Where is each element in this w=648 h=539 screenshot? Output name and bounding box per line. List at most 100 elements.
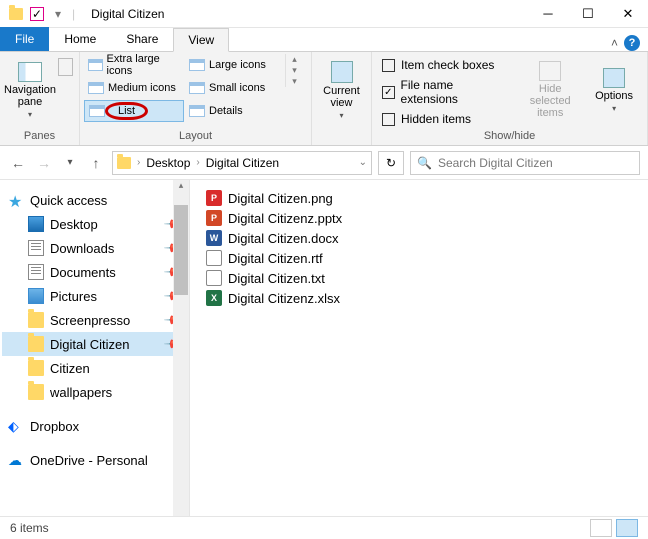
file-name: Digital Citizen.txt [228,271,325,286]
file-item[interactable]: X Digital Citizenz.xlsx [206,288,632,308]
navigation-tree: ★Quick access Desktop📌Downloads📌Document… [0,180,190,516]
layout-options: Extra large icons Large icons Medium ico… [84,54,285,122]
icons-view-button[interactable] [616,519,638,537]
quick-access[interactable]: ★Quick access [2,188,187,212]
file-icon: P [206,210,222,226]
tab-view[interactable]: View [173,28,229,52]
layout-list[interactable]: List [84,100,184,122]
folder-icon [28,336,44,352]
back-button[interactable]: ← [8,153,28,173]
navigation-pane-button[interactable]: Navigation pane ▾ [4,54,56,126]
minimize-button[interactable]: ─ [528,0,568,28]
pic-icon [28,288,44,304]
window-title: Digital Citizen [83,7,164,21]
options-label: Options [595,90,633,102]
content-area: ★Quick access Desktop📌Downloads📌Document… [0,180,648,516]
tree-item-label: Citizen [50,361,90,376]
file-name: Digital Citizen.docx [228,231,339,246]
dropbox-root[interactable]: ⬖Dropbox [2,414,187,438]
crumb-desktop[interactable]: Desktop [146,156,190,170]
layout-details[interactable]: Details [185,100,285,122]
file-item[interactable]: PDigital Citizen.png [206,188,632,208]
preview-pane-button[interactable] [58,58,73,76]
ribbon-tabs: File Home Share View ˄ ? [0,28,648,52]
group-showhide: Item check boxes ✓File name extensions H… [372,52,648,145]
crumb-current[interactable]: Digital Citizen [206,156,279,170]
file-item[interactable]: Digital Citizen.rtf [206,248,632,268]
search-input[interactable]: 🔍 Search Digital Citizen [410,151,640,175]
group-panes: Navigation pane ▾ Panes [0,52,80,145]
search-placeholder: Search Digital Citizen [438,156,553,170]
tree-item-label: Downloads [50,241,114,256]
file-item[interactable]: Digital Citizen.txt [206,268,632,288]
maximize-button[interactable]: ☐ [568,0,608,28]
tree-scrollbar[interactable]: ▴ [173,180,189,516]
doc-icon [28,264,44,280]
layout-medium[interactable]: Medium icons [84,77,184,99]
item-check-boxes[interactable]: Item check boxes [376,56,515,74]
help-icon[interactable]: ? [624,35,640,51]
collapse-ribbon-icon[interactable]: ˄ [611,36,618,50]
navigation-pane-icon [18,62,42,82]
titlebar: ✓ ▾ | Digital Citizen ─ ☐ ✕ [0,0,648,28]
layout-small[interactable]: Small icons [185,77,285,99]
tree-item[interactable]: Downloads📌 [2,236,187,260]
tree-item[interactable]: Digital Citizen📌 [2,332,187,356]
current-view-label: Current view [316,85,367,109]
close-button[interactable]: ✕ [608,0,648,28]
star-icon: ★ [8,192,24,208]
file-name: Digital Citizen.rtf [228,251,323,266]
chevron-down-icon: ▾ [339,111,343,120]
layout-extra-large[interactable]: Extra large icons [84,54,184,76]
qat-dropdown-icon[interactable]: ▾ [50,6,66,22]
tree-item[interactable]: wallpapers [2,380,187,404]
tree-item[interactable]: Pictures📌 [2,284,187,308]
file-name: Digital Citizenz.xlsx [228,291,340,306]
tab-home[interactable]: Home [49,27,111,51]
hide-selected-icon [539,61,561,81]
details-view-button[interactable] [590,519,612,537]
tree-item-label: wallpapers [50,385,112,400]
file-icon: X [206,290,222,306]
chevron-down-icon: ▾ [612,104,616,113]
chevron-right-icon[interactable]: › [135,157,142,168]
scrollbar-thumb[interactable] [174,205,188,295]
hide-selected-button: Hide selected items [521,54,579,126]
group-panes-label: Panes [4,130,75,143]
forward-button: → [34,153,54,173]
tree-item-label: Documents [50,265,116,280]
refresh-button[interactable]: ↻ [378,151,404,175]
folder-icon [8,6,24,22]
current-view-icon [331,61,353,83]
up-button[interactable]: ↑ [86,153,106,173]
current-view-button[interactable]: Current view ▾ [316,54,367,126]
tree-item[interactable]: Screenpresso📌 [2,308,187,332]
tree-item[interactable]: Citizen [2,356,187,380]
file-name-extensions[interactable]: ✓File name extensions [376,76,515,108]
tree-item[interactable]: Desktop📌 [2,212,187,236]
file-item[interactable]: WDigital Citizen.docx [206,228,632,248]
recent-locations-icon[interactable]: ▾ [60,153,80,173]
layout-large[interactable]: Large icons [185,54,285,76]
search-icon: 🔍 [417,156,432,170]
hidden-items[interactable]: Hidden items [376,110,515,128]
breadcrumb[interactable]: › Desktop › Digital Citizen ⌄ [112,151,372,175]
tab-file[interactable]: File [0,27,49,51]
tree-item[interactable]: Documents📌 [2,260,187,284]
group-layout-label: Layout [84,130,307,143]
address-dropdown-icon[interactable]: ⌄ [359,157,367,168]
options-button[interactable]: Options ▾ [585,54,643,126]
layout-scroll[interactable]: ▴▾▾ [285,54,303,87]
tab-share[interactable]: Share [111,27,173,51]
file-item[interactable]: PDigital Citizenz.pptx [206,208,632,228]
onedrive-root[interactable]: ☁OneDrive - Personal [2,448,187,472]
file-list[interactable]: PDigital Citizen.pngPDigital Citizenz.pp… [190,180,648,516]
quick-access-toolbar: ✓ ▾ | [0,6,83,22]
tree-item-label: Pictures [50,289,97,304]
chevron-right-icon[interactable]: › [194,157,201,168]
properties-icon[interactable]: ✓ [30,7,44,21]
folder-icon [28,312,44,328]
tree-item-label: Digital Citizen [50,337,129,352]
ribbon: Navigation pane ▾ Panes Extra large icon… [0,52,648,146]
dropbox-icon: ⬖ [8,418,24,434]
